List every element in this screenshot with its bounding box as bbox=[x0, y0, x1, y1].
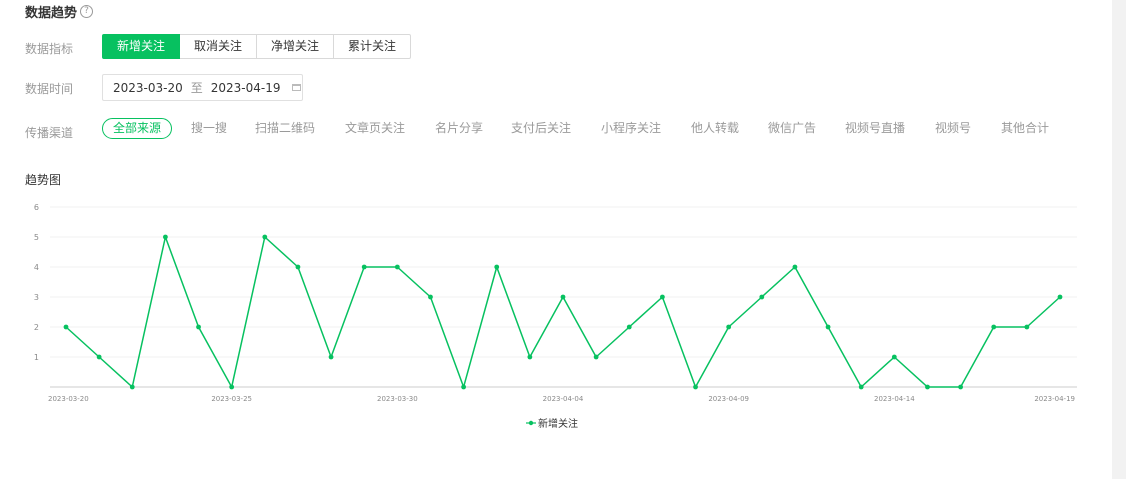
metric-button-new-follow[interactable]: 新增关注 bbox=[102, 34, 181, 59]
time-label: 数据时间 bbox=[25, 82, 74, 96]
channel-after-pay[interactable]: 支付后关注 bbox=[511, 118, 571, 139]
metric-button-total-follow[interactable]: 累计关注 bbox=[333, 34, 412, 59]
channel-card-share[interactable]: 名片分享 bbox=[435, 118, 483, 139]
data-point[interactable] bbox=[1057, 294, 1063, 300]
channel-qrcode[interactable]: 扫描二维码 bbox=[255, 118, 315, 139]
y-axis-ticks: 1 2 3 4 5 6 bbox=[34, 203, 39, 362]
data-point[interactable] bbox=[560, 294, 566, 300]
date-end[interactable]: 2023-04-19 bbox=[211, 81, 281, 95]
series-new-follow bbox=[63, 234, 1063, 390]
data-point[interactable] bbox=[958, 384, 963, 390]
data-point[interactable] bbox=[394, 264, 400, 270]
x-tick-label: 2023-03-30 bbox=[377, 395, 418, 403]
x-tick-label: 2023-04-04 bbox=[543, 395, 584, 403]
legend-dot-marker bbox=[528, 420, 534, 426]
data-point[interactable] bbox=[527, 354, 533, 360]
scrollbar-track[interactable] bbox=[1112, 0, 1126, 479]
y-tick-label: 6 bbox=[34, 203, 39, 212]
data-point[interactable] bbox=[461, 384, 466, 390]
channel-article[interactable]: 文章页关注 bbox=[345, 118, 405, 139]
x-tick-label: 2023-03-25 bbox=[211, 395, 252, 403]
data-point[interactable] bbox=[295, 264, 301, 270]
data-point[interactable] bbox=[792, 264, 798, 270]
x-tick-label: 2023-04-19 bbox=[1034, 395, 1075, 403]
data-point[interactable] bbox=[361, 264, 367, 270]
channel-all[interactable]: 全部来源 bbox=[102, 118, 173, 139]
x-axis-ticks: 2023-03-20 2023-03-25 2023-03-30 2023-04-04… bbox=[48, 395, 1075, 403]
legend-label[interactable]: 新增关注 bbox=[538, 417, 578, 430]
data-point[interactable] bbox=[428, 294, 433, 300]
x-tick-label: 2023-04-14 bbox=[874, 395, 915, 403]
y-tick-label: 2 bbox=[34, 323, 39, 332]
channel-repost[interactable]: 他人转载 bbox=[691, 118, 739, 139]
date-start[interactable]: 2023-03-20 bbox=[113, 81, 183, 95]
channel-label: 传播渠道 bbox=[25, 126, 74, 140]
metric-label: 数据指标 bbox=[25, 42, 74, 56]
data-point[interactable] bbox=[494, 264, 500, 270]
x-tick-label: 2023-03-20 bbox=[48, 395, 89, 403]
data-point[interactable] bbox=[825, 324, 831, 330]
channel-channels-live[interactable]: 视频号直播 bbox=[845, 118, 905, 139]
section-title-text: 数据趋势 bbox=[25, 6, 78, 21]
data-point[interactable] bbox=[726, 324, 732, 330]
calendar-icon[interactable] bbox=[291, 84, 301, 91]
y-tick-label: 1 bbox=[34, 353, 39, 362]
data-point[interactable] bbox=[229, 384, 235, 390]
data-point[interactable] bbox=[693, 384, 698, 390]
y-tick-label: 5 bbox=[34, 233, 39, 242]
x-tick-label: 2023-04-09 bbox=[708, 395, 749, 403]
metric-button-net-follow[interactable]: 净增关注 bbox=[256, 34, 335, 59]
data-point[interactable] bbox=[328, 354, 334, 360]
trend-line-chart: 123456 2023-03-20 2023-03-25 2023-03-30 202… bbox=[34, 203, 1077, 430]
data-point[interactable] bbox=[129, 384, 135, 390]
data-point[interactable] bbox=[759, 294, 765, 300]
channel-wechat-ads[interactable]: 微信广告 bbox=[768, 118, 816, 139]
data-point[interactable] bbox=[196, 324, 201, 330]
data-point[interactable] bbox=[96, 354, 102, 360]
data-point[interactable] bbox=[593, 354, 599, 360]
series-line bbox=[65, 236, 1061, 388]
channel-other[interactable]: 其他合计 bbox=[1001, 118, 1049, 139]
y-tick-label: 3 bbox=[34, 293, 39, 302]
date-range-picker[interactable]: 2023-03-20 至 2023-04-19 bbox=[102, 74, 303, 101]
chart-legend[interactable]: 新增关注 bbox=[526, 417, 578, 430]
date-separator: 至 bbox=[190, 81, 203, 95]
data-point[interactable] bbox=[1024, 324, 1030, 330]
channel-channels[interactable]: 视频号 bbox=[935, 118, 971, 139]
channel-search[interactable]: 搜一搜 bbox=[191, 118, 227, 139]
metric-button-unfollow[interactable]: 取消关注 bbox=[179, 34, 258, 59]
channel-mini-program[interactable]: 小程序关注 bbox=[601, 118, 661, 139]
data-point[interactable] bbox=[858, 384, 864, 390]
help-icon[interactable]: ? bbox=[80, 5, 94, 18]
data-point[interactable] bbox=[891, 354, 897, 360]
data-point[interactable] bbox=[163, 234, 168, 240]
data-point[interactable] bbox=[63, 324, 69, 330]
data-point[interactable] bbox=[991, 324, 997, 330]
data-point[interactable] bbox=[626, 324, 632, 330]
data-point[interactable] bbox=[660, 294, 665, 300]
metric-button-group: 新增关注 取消关注 净增关注 累计关注 bbox=[102, 34, 412, 59]
data-point[interactable] bbox=[925, 384, 930, 390]
section-title: 数据趋势 ? bbox=[25, 2, 94, 21]
y-tick-label: 4 bbox=[34, 263, 39, 272]
data-point[interactable] bbox=[262, 234, 268, 240]
trend-chart-title: 趋势图 bbox=[25, 173, 62, 187]
